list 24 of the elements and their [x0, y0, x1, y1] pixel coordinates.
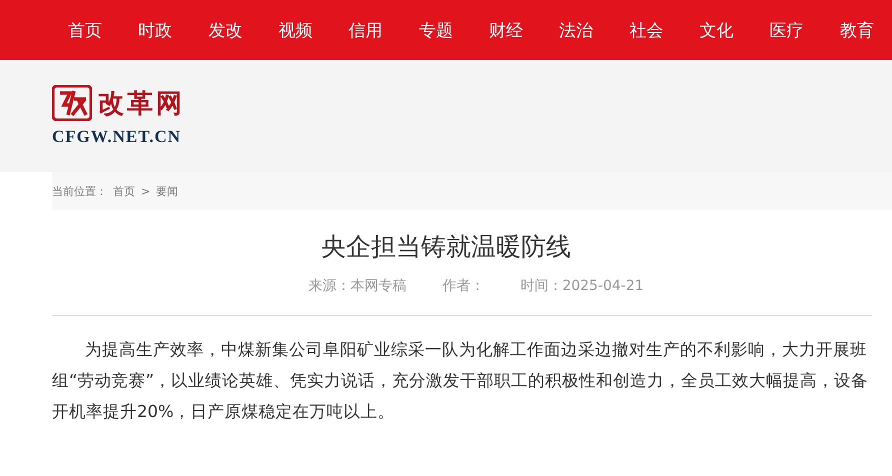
article-time: 时间：2025-04-21: [520, 277, 644, 295]
nav-link[interactable]: 文化: [700, 18, 734, 42]
nav-link[interactable]: 专题: [418, 18, 453, 42]
breadcrumb-link[interactable]: 首页: [113, 184, 135, 198]
article-title: 央企担当铸就温暖防线: [320, 231, 572, 263]
breadcrumb-label: 当前位置：: [52, 184, 107, 198]
nav-link[interactable]: 教育: [840, 18, 874, 42]
article-source: 来源：本网专稿: [308, 277, 406, 295]
nav-link[interactable]: 法治: [559, 18, 594, 42]
nav-link[interactable]: 视频: [278, 18, 313, 42]
logo-name: 改革网: [98, 88, 185, 120]
article-author: 作者：: [442, 277, 484, 295]
nav-link[interactable]: 时政: [138, 18, 172, 42]
nav-link[interactable]: 信用: [348, 18, 383, 42]
logo-domain: CFGW.NET.CN: [52, 127, 182, 147]
breadcrumb-separator: >: [141, 184, 150, 198]
nav-link[interactable]: 财经: [489, 18, 524, 42]
breadcrumb-link[interactable]: 要闻: [156, 184, 178, 198]
article-paragraph: 为提高生产效率，中煤新集公司阜阳矿业综采一队为化解工作面边采边撤对生产的不利影响，大力开展班组“劳动竞赛”，以业绩论英雄、凭实力说话，充分激发干部职工的积极性和创造力，全员工效大幅提高，设备开机率提升20%，日产原煤稳定在万吨以上。: [52, 339, 870, 423]
nav-link[interactable]: 首页: [68, 18, 102, 42]
logo-icon: [52, 85, 92, 121]
nav-link[interactable]: 社会: [629, 18, 664, 42]
nav-link[interactable]: 医疗: [770, 18, 804, 42]
nav-link[interactable]: 发改: [208, 18, 242, 42]
